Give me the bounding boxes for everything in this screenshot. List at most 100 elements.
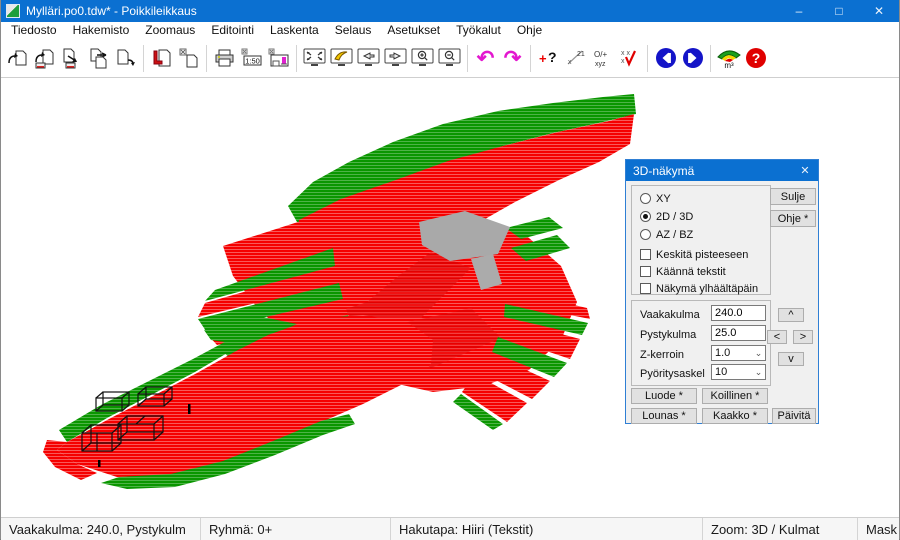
menu-zoomaus[interactable]: Zoomaus — [137, 22, 203, 39]
zoom-in-icon[interactable] — [409, 44, 436, 72]
radio-az-bz[interactable]: AZ / BZ — [640, 228, 693, 241]
checkbox-box[interactable] — [640, 266, 651, 277]
drawing-area[interactable]: 3D-näkymä ✕ XY 2D / 3D AZ / BZ — [1, 78, 899, 517]
pystykulma-input[interactable] — [711, 325, 766, 341]
radio-circle[interactable] — [640, 229, 651, 240]
dialog-title: 3D-näkymä — [633, 164, 694, 178]
kaakko-button[interactable]: Kaakko * — [702, 408, 768, 424]
format-page-icon[interactable] — [148, 44, 175, 72]
checkbox-label: Käännä tekstit — [656, 266, 726, 278]
menu-editointi[interactable]: Editointi — [203, 22, 262, 39]
toolbar-separator — [530, 45, 531, 72]
radio-circle-checked[interactable] — [640, 211, 651, 222]
ohje-button[interactable]: Ohje * — [770, 210, 816, 227]
dialog-close-icon[interactable]: ✕ — [792, 164, 818, 177]
find-point-icon[interactable]: +? — [535, 44, 562, 72]
tick-mark — [188, 404, 191, 414]
pystykulma-label: Pystykulma — [640, 329, 696, 341]
rotate-right-button[interactable]: > — [793, 330, 813, 344]
menu-bar: Tiedosto Hakemisto Zoomaus Editointi Las… — [1, 22, 899, 39]
dialog-3d-view: 3D-näkymä ✕ XY 2D / 3D AZ / BZ — [625, 159, 819, 424]
pan-left-icon[interactable] — [355, 44, 382, 72]
new-page-icon[interactable] — [175, 44, 202, 72]
toolbar-separator — [647, 45, 648, 72]
checkbox-label: Näkymä ylhäältäpäin — [656, 283, 758, 295]
chevron-down-icon[interactable]: ⌄ — [752, 348, 765, 359]
checkbox-box[interactable] — [640, 249, 651, 260]
vaakakulma-label: Vaakakulma — [640, 309, 700, 321]
menu-selaus[interactable]: Selaus — [327, 22, 380, 39]
redo-icon[interactable]: ↷ — [499, 44, 526, 72]
radio-circle[interactable] — [640, 193, 651, 204]
sheet-frame-icon[interactable] — [265, 44, 292, 72]
koillinen-button[interactable]: Koillinen * — [702, 388, 768, 404]
menu-hakemisto[interactable]: Hakemisto — [65, 22, 138, 39]
help-icon[interactable]: ? — [742, 44, 769, 72]
paivita-button[interactable]: Päivitä — [772, 408, 816, 424]
svg-text:x: x — [568, 59, 572, 66]
rotate-left-button[interactable]: < — [767, 330, 787, 344]
tick-mark — [98, 460, 101, 467]
maximize-button[interactable]: □ — [819, 0, 859, 22]
append-file-icon[interactable] — [112, 44, 139, 72]
svg-text:x x: x x — [621, 50, 630, 57]
scale-1-50-icon[interactable]: 1:50 — [238, 44, 265, 72]
pan-right-icon[interactable] — [382, 44, 409, 72]
app-icon — [6, 4, 20, 18]
point-xyz-icon[interactable]: O/+ xyz — [589, 44, 616, 72]
radio-xy[interactable]: XY — [640, 192, 671, 205]
app-window: Mylläri.po0.tdw* - Poikkileikkaus – □ ✕ … — [0, 0, 900, 540]
z-kerroin-label: Z-kerroin — [640, 349, 684, 361]
volume-m3-icon[interactable]: m³ — [715, 44, 742, 72]
svg-text:?: ? — [548, 49, 557, 65]
menu-ohje[interactable]: Ohje — [509, 22, 550, 39]
checkbox-rotate-texts[interactable]: Käännä tekstit — [640, 265, 726, 278]
luode-button[interactable]: Luode * — [631, 388, 697, 404]
radio-label: 2D / 3D — [656, 211, 693, 223]
checkbox-view-from-above[interactable]: Näkymä ylhäältäpäin — [640, 282, 758, 295]
chevron-down-icon[interactable]: ⌄ — [752, 367, 765, 378]
open-file-add-icon[interactable] — [31, 44, 58, 72]
status-angles: Vaakakulma: 240.0, Pystykulm — [1, 518, 201, 540]
prev-section-icon[interactable] — [652, 44, 679, 72]
undo-icon[interactable]: ↶ — [472, 44, 499, 72]
open-file-icon[interactable] — [4, 44, 31, 72]
rotate-up-button[interactable]: ^ — [778, 308, 804, 322]
checkbox-center-to-point[interactable]: Keskitä pisteeseen — [640, 248, 748, 261]
svg-text:+: + — [539, 51, 547, 66]
vaakakulma-input[interactable] — [711, 305, 766, 321]
toolbar-separator — [296, 45, 297, 72]
copy-file-icon[interactable] — [85, 44, 112, 72]
zoom-out-icon[interactable] — [436, 44, 463, 72]
menu-tyokalut[interactable]: Työkalut — [448, 22, 509, 39]
toolbar: 1:50 ↶ ↷ +? — [1, 39, 899, 78]
combo-value: 10 — [712, 366, 752, 378]
rotate-down-button[interactable]: v — [778, 352, 804, 366]
combo-value: 1.0 — [712, 347, 752, 359]
svg-text:21: 21 — [577, 51, 585, 58]
menu-tiedosto[interactable]: Tiedosto — [3, 22, 65, 39]
svg-text:?: ? — [751, 50, 760, 66]
zoom-fit-icon[interactable] — [301, 44, 328, 72]
radio-2d-3d[interactable]: 2D / 3D — [640, 210, 693, 223]
save-file-icon[interactable] — [58, 44, 85, 72]
z-kerroin-combo[interactable]: 1.0 ⌄ — [711, 345, 766, 361]
minimize-button[interactable]: – — [779, 0, 819, 22]
next-section-icon[interactable] — [679, 44, 706, 72]
menu-laskenta[interactable]: Laskenta — [262, 22, 327, 39]
zoom-free-icon[interactable] — [328, 44, 355, 72]
close-button[interactable]: ✕ — [859, 0, 899, 22]
svg-text:m³: m³ — [724, 61, 734, 70]
lounas-button[interactable]: Lounas * — [631, 408, 697, 424]
check-xyz-icon[interactable]: x xx — [616, 44, 643, 72]
dialog-title-bar[interactable]: 3D-näkymä ✕ — [626, 160, 818, 181]
print-icon[interactable] — [211, 44, 238, 72]
pyoritysaskel-combo[interactable]: 10 ⌄ — [711, 364, 766, 380]
svg-text:xyz: xyz — [595, 61, 606, 68]
svg-text:O/+: O/+ — [594, 50, 607, 59]
point-number-icon[interactable]: x 21 — [562, 44, 589, 72]
status-group: Ryhmä: 0+ — [201, 518, 391, 540]
menu-asetukset[interactable]: Asetukset — [379, 22, 448, 39]
sulje-button[interactable]: Sulje — [770, 188, 816, 205]
checkbox-box[interactable] — [640, 283, 651, 294]
